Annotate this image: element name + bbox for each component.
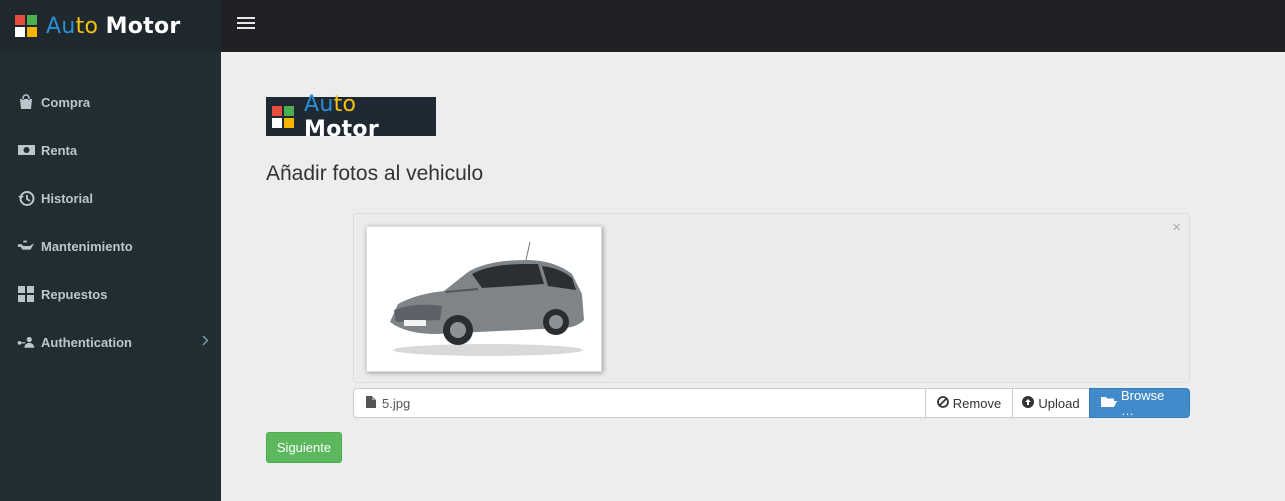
- main-content: Auto Motor Añadir fotos al vehiculo × 5.…: [221, 52, 1285, 501]
- sidebar-item-label: Repuestos: [41, 286, 108, 302]
- sidebar-item-label: Compra: [41, 94, 91, 110]
- sidebar-item-mantenimiento[interactable]: Mantenimiento: [0, 222, 221, 270]
- sidebar-item-label: Renta: [41, 142, 78, 158]
- sidebar-item-historial[interactable]: Historial: [0, 174, 221, 222]
- file-caption-field[interactable]: 5.jpg: [353, 388, 926, 418]
- browse-button[interactable]: Browse …: [1089, 388, 1190, 418]
- sidebar: Auto Motor Compra Renta Historial Manten…: [0, 0, 221, 501]
- remove-button[interactable]: Remove: [925, 388, 1013, 418]
- top-navbar: [221, 0, 1285, 52]
- sidebar-item-label: Mantenimiento: [41, 238, 133, 254]
- money-icon: [17, 141, 35, 159]
- brand-logo-icon: [15, 15, 37, 37]
- chevron-right-icon: [202, 334, 209, 349]
- file-name: 5.jpg: [382, 395, 411, 411]
- file-input-group: 5.jpg Remove Upload Browse …: [353, 388, 1190, 418]
- ban-icon: [936, 395, 949, 411]
- grid-icon: [17, 285, 35, 303]
- folder-open-icon: [1101, 396, 1117, 411]
- page-title: Añadir fotos al vehiculo: [266, 162, 484, 185]
- sidebar-menu: Compra Renta Historial Mantenimiento Rep…: [0, 78, 221, 366]
- brand-name: Auto Motor: [304, 91, 379, 142]
- file-icon: [366, 395, 376, 411]
- brand-logo-icon: [272, 105, 294, 128]
- sidebar-item-repuestos[interactable]: Repuestos: [0, 270, 221, 318]
- file-preview-area: ×: [353, 213, 1190, 383]
- content-brand-logo: Auto Motor: [266, 92, 436, 142]
- user-key-icon: [17, 333, 35, 351]
- close-icon[interactable]: ×: [1172, 219, 1181, 236]
- sidebar-item-compra[interactable]: Compra: [0, 78, 221, 126]
- car-image: [372, 232, 596, 366]
- upload-circle-icon: [1022, 395, 1035, 411]
- sidebar-item-authentication[interactable]: Authentication: [0, 318, 221, 366]
- brand-header[interactable]: Auto Motor: [0, 0, 221, 52]
- brand-name: Auto Motor: [46, 13, 181, 39]
- oil-can-icon: [17, 237, 35, 255]
- sidebar-item-renta[interactable]: Renta: [0, 126, 221, 174]
- preview-thumbnail[interactable]: [366, 226, 602, 372]
- history-icon: [17, 189, 35, 207]
- shopping-bag-icon: [17, 93, 35, 111]
- next-button[interactable]: Siguiente: [266, 432, 342, 463]
- sidebar-item-label: Authentication: [41, 334, 132, 350]
- upload-button[interactable]: Upload: [1012, 388, 1090, 418]
- menu-toggle-icon[interactable]: [237, 17, 255, 31]
- sidebar-item-label: Historial: [41, 190, 94, 206]
